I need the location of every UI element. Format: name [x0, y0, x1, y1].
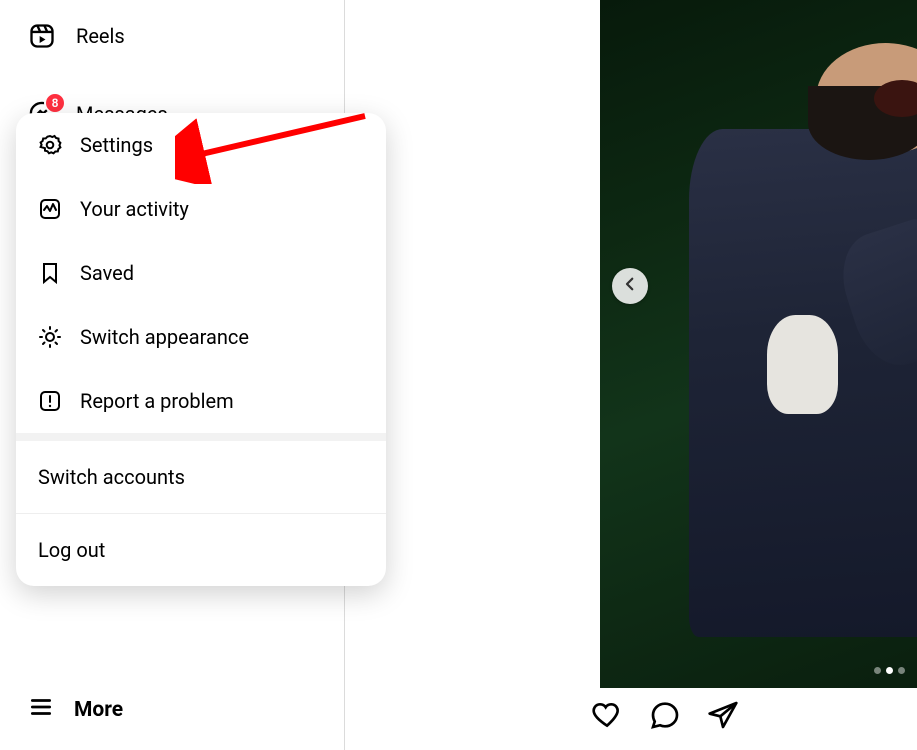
menu-settings-label: Settings — [80, 133, 153, 157]
heart-icon — [591, 699, 623, 735]
gear-icon — [38, 133, 62, 157]
carousel-dot — [874, 667, 881, 674]
share-button[interactable] — [706, 700, 740, 734]
bookmark-icon — [38, 261, 62, 285]
activity-icon — [38, 197, 62, 221]
post-image[interactable] — [600, 0, 917, 688]
menu-switch-accounts[interactable]: Switch accounts — [16, 441, 386, 513]
menu-report-label: Report a problem — [80, 389, 234, 413]
comment-button[interactable] — [648, 700, 682, 734]
menu-settings[interactable]: Settings — [16, 113, 386, 177]
more-label: More — [74, 698, 123, 722]
menu-activity-label: Your activity — [80, 197, 189, 221]
post-area — [600, 0, 917, 688]
carousel-dots — [874, 667, 905, 674]
menu-saved[interactable]: Saved — [16, 241, 386, 305]
chevron-left-icon — [621, 275, 639, 297]
messages-badge: 8 — [44, 92, 66, 114]
more-menu-popup: Settings Your activity Saved — [16, 113, 386, 586]
menu-logout-label: Log out — [38, 538, 105, 562]
like-button[interactable] — [590, 700, 624, 734]
share-icon — [707, 699, 739, 735]
comment-icon — [649, 699, 681, 735]
carousel-dot-active — [886, 667, 893, 674]
menu-appearance-label: Switch appearance — [80, 325, 249, 349]
post-image-figure — [676, 55, 917, 674]
sun-icon — [38, 325, 62, 349]
carousel-dot — [898, 667, 905, 674]
menu-saved-label: Saved — [80, 261, 134, 285]
report-icon — [38, 389, 62, 413]
nav-reels[interactable]: Reels — [0, 10, 344, 62]
menu-separator — [16, 433, 386, 441]
menu-report[interactable]: Report a problem — [16, 369, 386, 433]
more-button[interactable]: More — [0, 682, 344, 738]
menu-appearance[interactable]: Switch appearance — [16, 305, 386, 369]
reels-icon — [28, 22, 56, 50]
menu-logout[interactable]: Log out — [16, 514, 386, 586]
carousel-prev-button[interactable] — [612, 268, 648, 304]
post-actions — [590, 700, 740, 734]
menu-switch-accounts-label: Switch accounts — [38, 465, 185, 489]
hamburger-icon — [28, 694, 54, 726]
nav-reels-label: Reels — [76, 24, 125, 48]
menu-activity[interactable]: Your activity — [16, 177, 386, 241]
